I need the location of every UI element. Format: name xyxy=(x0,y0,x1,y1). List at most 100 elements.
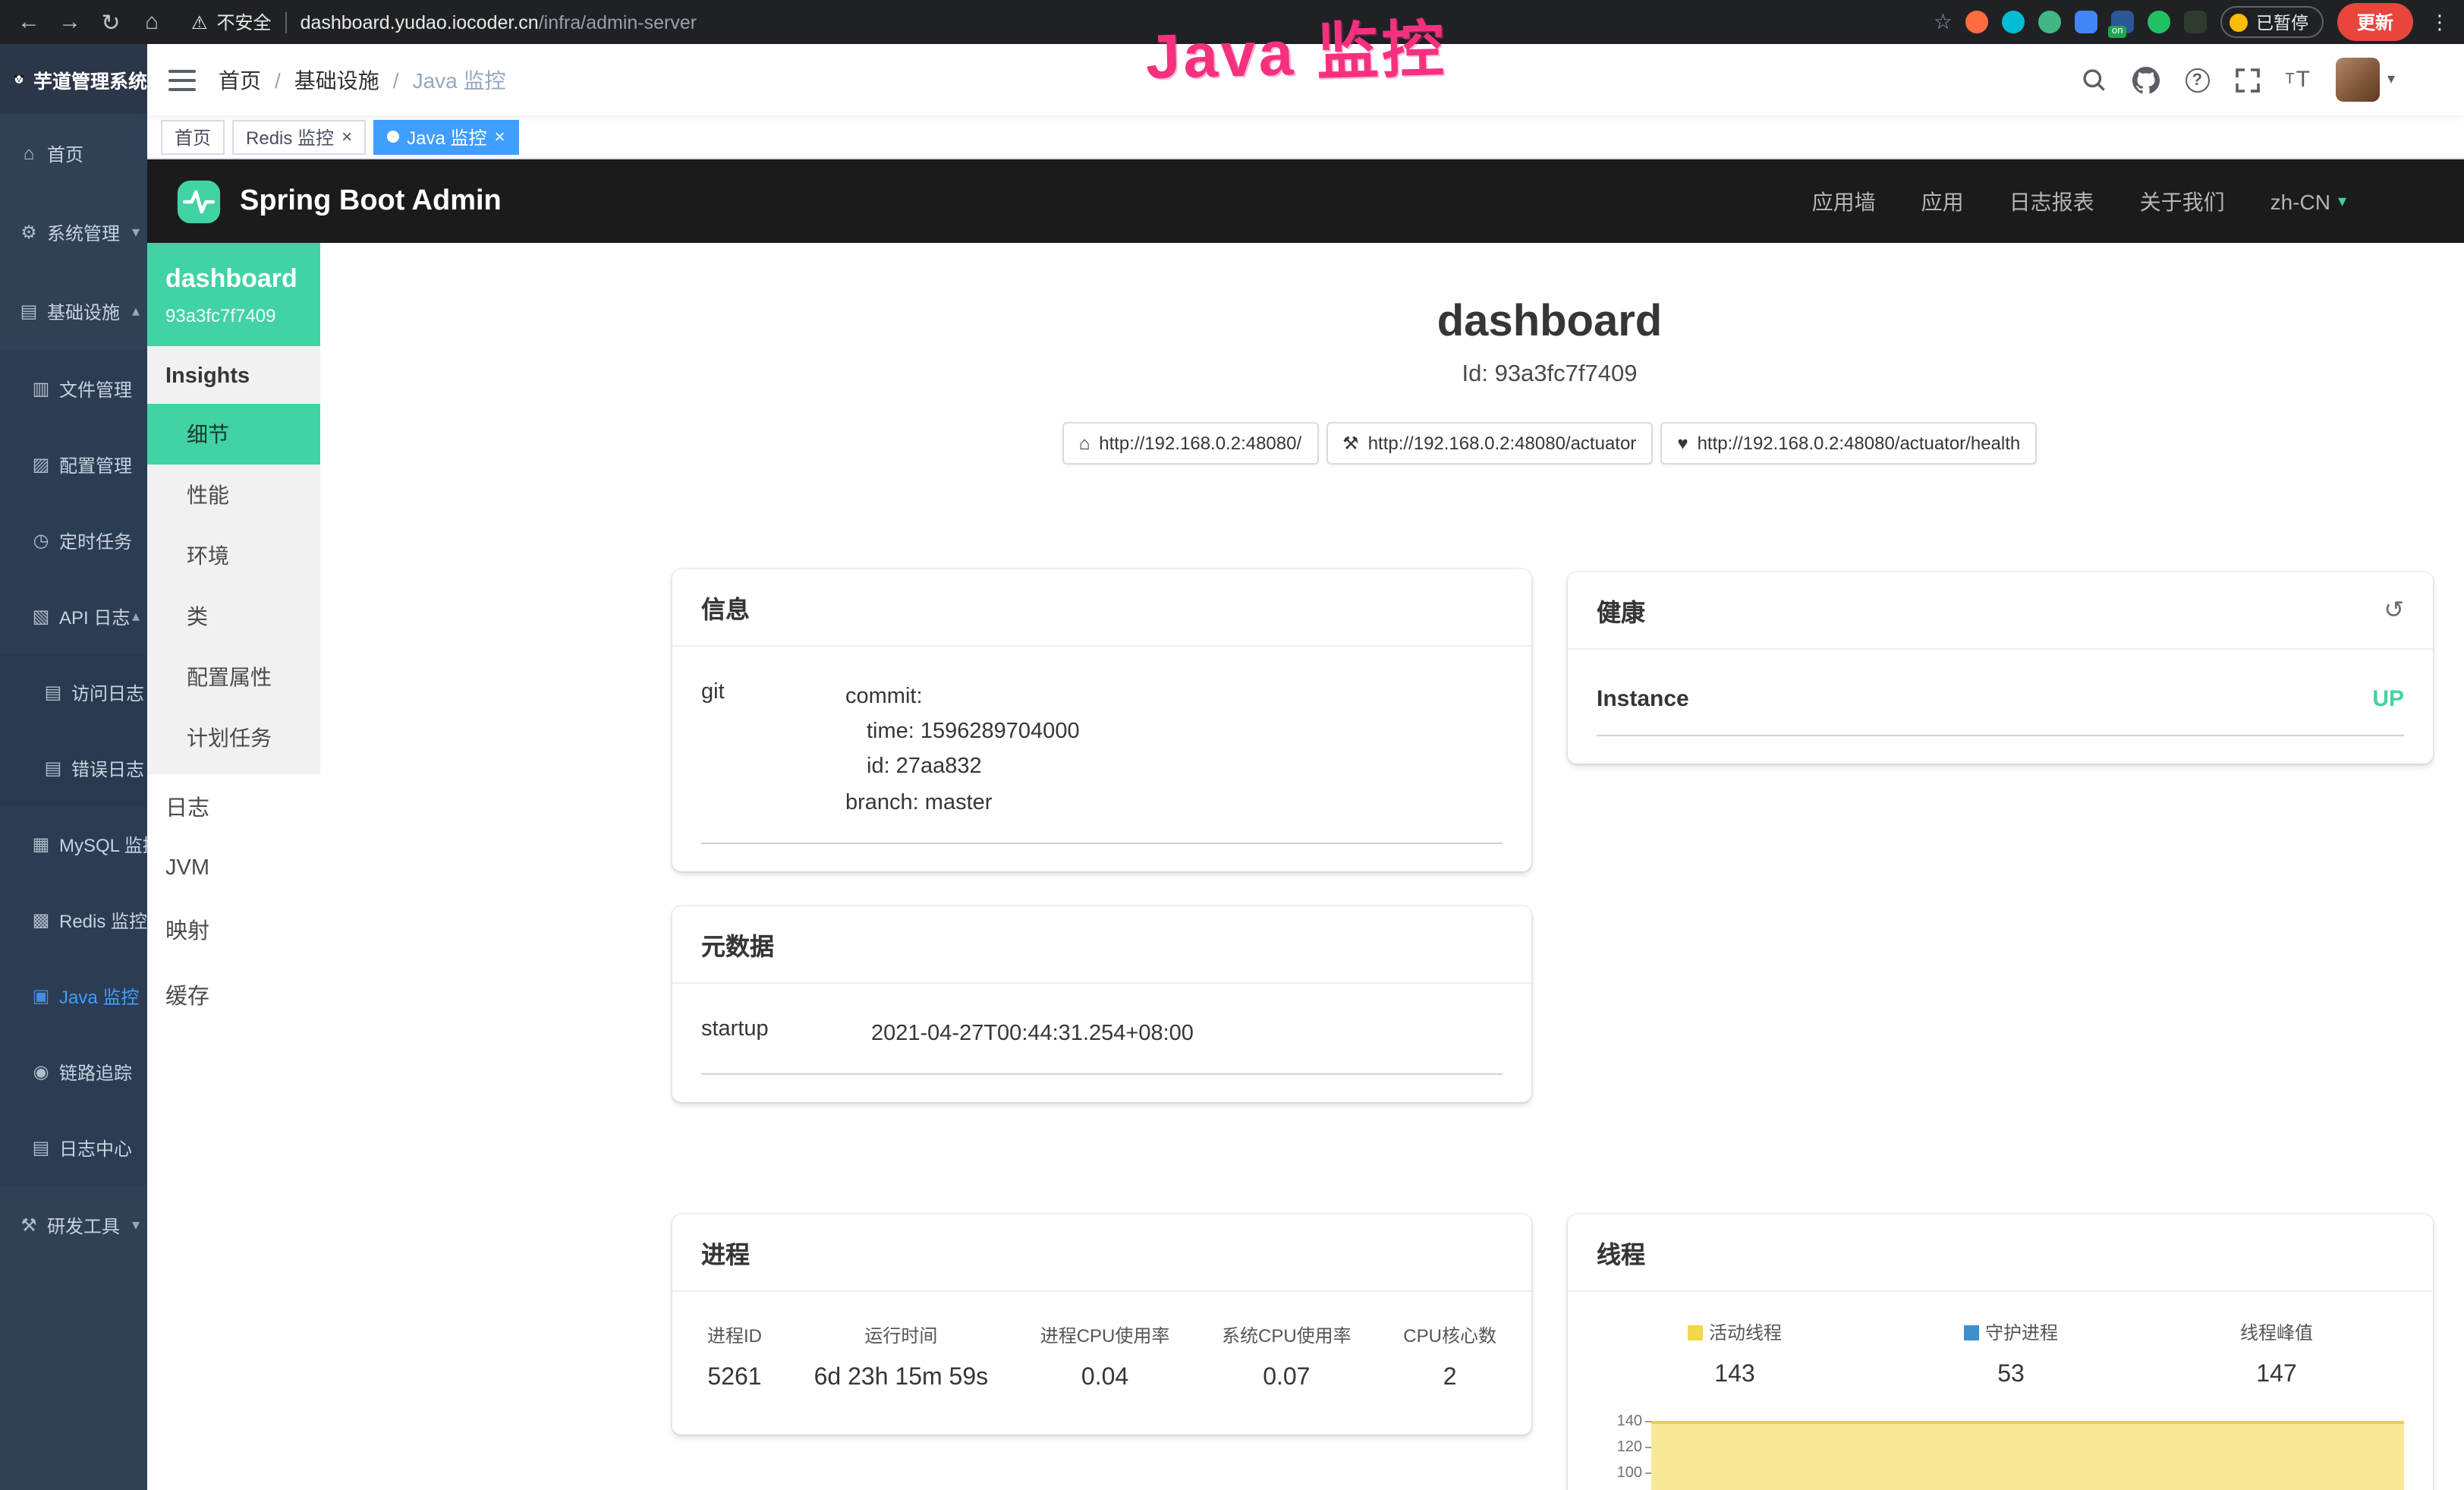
stat-label: 运行时间 xyxy=(814,1322,989,1348)
extension-icon[interactable]: on xyxy=(2112,11,2135,33)
card-title-text: 进程 xyxy=(701,1234,750,1271)
close-icon[interactable]: × xyxy=(341,128,352,146)
sidebar-item-system-mgmt[interactable]: 系统管理 xyxy=(0,193,147,272)
sidebar-item-scheduled-tasks[interactable]: 定时任务 xyxy=(0,502,147,578)
actuator-url-link[interactable]: http://192.168.0.2:48080/actuator xyxy=(1326,422,1653,465)
stat-uptime: 运行时间 6d 23h 15m 59s xyxy=(814,1322,989,1392)
log-center-icon xyxy=(30,1137,52,1158)
extension-icon[interactable] xyxy=(2039,11,2062,33)
browser-home-icon[interactable]: ⌂ xyxy=(138,9,165,35)
sidebar-item-tracing[interactable]: 链路追踪 xyxy=(0,1034,147,1110)
y-tick: 100 xyxy=(1617,1465,1651,1482)
warning-icon: ⚠ xyxy=(191,11,208,33)
legend-peak-threads: 线程峰值 147 xyxy=(2240,1319,2313,1389)
extension-icon[interactable] xyxy=(2148,11,2171,33)
sba-sidebar: dashboard 93a3fc7f7409 Insights 细节 性能 环境… xyxy=(147,243,320,1490)
hamburger-icon[interactable] xyxy=(168,69,196,90)
sidebar-item-file-mgmt[interactable]: 文件管理 xyxy=(0,351,147,427)
extension-icon[interactable] xyxy=(2075,11,2098,33)
breadcrumb-home[interactable]: 首页 xyxy=(219,65,261,95)
sidebar-item-java-monitor[interactable]: Java 监控 xyxy=(0,958,147,1034)
instance-header[interactable]: dashboard 93a3fc7f7409 xyxy=(147,243,320,346)
history-icon[interactable] xyxy=(2384,595,2404,625)
sidebar-item-access-logs[interactable]: 访问日志 xyxy=(0,654,147,730)
page-title: dashboard xyxy=(672,298,2427,348)
sidebar-item-label: 配置管理 xyxy=(59,452,132,477)
bookmark-star-icon[interactable]: ☆ xyxy=(1934,9,1953,35)
timer-icon xyxy=(30,530,52,551)
back-icon[interactable]: ← xyxy=(15,9,42,35)
sba-menu-caches[interactable]: 缓存 xyxy=(147,962,320,1028)
sba-menu-details[interactable]: 细节 xyxy=(147,404,320,465)
health-url-link[interactable]: http://192.168.0.2:48080/actuator/health xyxy=(1660,422,2037,465)
sba-brand[interactable]: Spring Boot Admin xyxy=(176,178,502,224)
breadcrumb-infrastructure[interactable]: 基础设施 xyxy=(294,65,379,95)
fullscreen-icon[interactable] xyxy=(2235,68,2259,92)
sidebar-item-mysql-monitor[interactable]: MySQL 监控 xyxy=(0,806,147,882)
sidebar-item-log-center[interactable]: 日志中心 xyxy=(0,1110,147,1186)
sidebar-item-home[interactable]: 首页 xyxy=(0,114,147,193)
legend-label: 守护进程 xyxy=(1985,1319,2058,1345)
address-bar[interactable]: dashboard.yudao.iocoder.cn/infra/admin-s… xyxy=(301,11,697,33)
tab-java-monitor[interactable]: Java 监控 × xyxy=(373,119,518,154)
mysql-icon xyxy=(30,833,52,855)
metadata-card: 元数据 startup 2021-04-27T00:44:31.254+08:0… xyxy=(672,906,1531,1102)
sidebar-item-error-logs[interactable]: 错误日志 xyxy=(0,730,147,806)
refresh-icon[interactable]: ↻ xyxy=(97,8,124,36)
legend-swatch xyxy=(1688,1325,1703,1340)
sba-nav-applications[interactable]: 应用 xyxy=(1921,186,1964,216)
threads-legend: 活动线程 143 守护进程 xyxy=(1597,1304,2404,1389)
sba-menu-config-props[interactable]: 配置属性 xyxy=(147,647,320,707)
browser-menu-icon[interactable]: ⋮ xyxy=(2430,10,2450,34)
browser-actions: ☆ on 已暂停 更新 ⋮ xyxy=(1934,3,2450,41)
startup-value: 2021-04-27T00:44:31.254+08:00 xyxy=(871,1017,1194,1052)
sidebar-item-devtools[interactable]: 研发工具 xyxy=(0,1186,147,1265)
paused-badge[interactable]: 已暂停 xyxy=(2221,6,2324,38)
help-icon[interactable] xyxy=(2185,68,2209,92)
sba-menu-logs[interactable]: 日志 xyxy=(147,774,320,840)
sidebar-item-redis-monitor[interactable]: Redis 监控 xyxy=(0,882,147,958)
sidebar-item-config-mgmt[interactable]: 配置管理 xyxy=(0,427,147,502)
sba-nav: 应用墙 应用 日志报表 关于我们 zh-CN ▾ xyxy=(1812,186,2464,216)
tab-home[interactable]: 首页 xyxy=(161,119,225,154)
instance-id: 93a3fc7f7409 xyxy=(165,305,302,326)
card-title-text: 线程 xyxy=(1597,1234,1645,1271)
sidebar-item-infrastructure[interactable]: 基础设施 xyxy=(0,272,147,351)
screen: ← → ↻ ⌂ ⚠ 不安全 dashboard.yudao.iocoder.cn… xyxy=(0,0,2464,1490)
sba-menu-mappings[interactable]: 映射 xyxy=(147,897,320,962)
sba-nav-about[interactable]: 关于我们 xyxy=(2140,186,2225,216)
security-chip[interactable]: ⚠ 不安全 xyxy=(191,9,272,35)
home-icon xyxy=(1079,433,1090,454)
stat-label: 系统CPU使用率 xyxy=(1222,1322,1352,1348)
forward-icon[interactable]: → xyxy=(56,9,83,35)
locale-select[interactable]: zh-CN ▾ xyxy=(2270,189,2346,213)
sba-menu-classes[interactable]: 类 xyxy=(147,586,320,647)
github-icon[interactable] xyxy=(2132,66,2159,93)
stat-value: 5261 xyxy=(707,1365,762,1392)
sba-menu-environment[interactable]: 环境 xyxy=(147,525,320,586)
sba-menu-jvm[interactable]: JVM xyxy=(147,840,320,897)
update-button[interactable]: 更新 xyxy=(2337,3,2413,41)
extension-icon[interactable] xyxy=(2185,11,2208,33)
threads-card: 线程 活动线程 143 xyxy=(1568,1214,2433,1490)
user-menu[interactable]: ▾ xyxy=(2336,58,2395,102)
health-card-body: Instance UP xyxy=(1568,650,2433,764)
legend-swatch xyxy=(1964,1325,1979,1340)
header-actions: ▾ xyxy=(2080,58,2464,102)
sba-menu-scheduled-tasks[interactable]: 计划任务 xyxy=(147,707,320,768)
sba-nav-journal[interactable]: 日志报表 xyxy=(2009,186,2094,216)
tab-redis-monitor[interactable]: Redis 监控 × xyxy=(232,119,366,154)
sba-brand-title: Spring Boot Admin xyxy=(240,184,502,218)
app-logo[interactable]: 芋道管理系统 xyxy=(0,44,147,114)
sba-nav-wallboard[interactable]: 应用墙 xyxy=(1812,186,1876,216)
search-icon[interactable] xyxy=(2080,67,2106,93)
sba-menu-performance[interactable]: 性能 xyxy=(147,465,320,525)
locale-value: zh-CN xyxy=(2270,189,2330,213)
extension-icon[interactable] xyxy=(1966,11,1989,33)
close-icon[interactable]: × xyxy=(494,128,505,146)
y-tick: 120 xyxy=(1617,1439,1651,1456)
service-url-link[interactable]: http://192.168.0.2:48080/ xyxy=(1062,422,1318,465)
extension-icon[interactable] xyxy=(2003,11,2025,33)
font-size-icon[interactable] xyxy=(2285,67,2310,93)
sidebar-item-api-logs[interactable]: API 日志 xyxy=(0,578,147,654)
